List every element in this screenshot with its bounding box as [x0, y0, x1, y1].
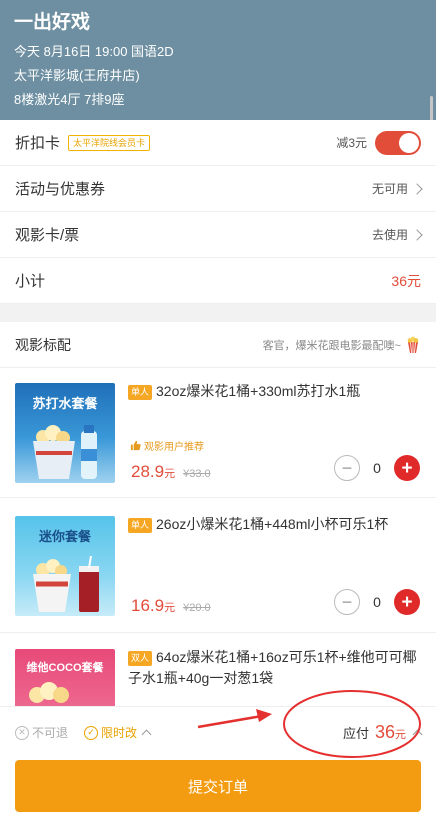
old-price: ¥33.0 — [183, 468, 211, 480]
seat-info: 8楼激光4厅 7排9座 — [14, 92, 125, 107]
total-label: 应付 — [342, 726, 369, 741]
combo-price: 16.9元 ¥20.0 — [131, 596, 211, 616]
no-refund-text: 不可退 — [32, 726, 69, 740]
combo-item[interactable]: 苏打水套餐 单人 32oz爆米花1桶+330ml苏打水1瓶 观影用户推荐 28.9… — [0, 368, 436, 498]
no-refund-policy: ✕ 不可退 — [15, 724, 68, 741]
total-amount: 36 — [374, 722, 395, 742]
recommend-label: 观影用户推荐 — [130, 438, 204, 453]
submit-order-button[interactable]: 提交订单 — [15, 760, 421, 812]
combo-tag: 单人 — [128, 384, 153, 400]
limited-change-text: 限时改 — [101, 726, 138, 740]
price-value: 16.9 — [131, 596, 165, 615]
thumb-title: 维他COCO套餐 — [26, 662, 104, 674]
old-price: ¥20.0 — [183, 602, 211, 614]
discount-toggle[interactable] — [375, 130, 421, 155]
coupons-value: 无可用 — [371, 182, 408, 196]
price-unit: 元 — [164, 602, 176, 614]
chevron-right-icon — [411, 182, 423, 195]
combo-tag: 双人 — [128, 650, 153, 666]
check-circle-icon: ✓ — [84, 725, 99, 740]
quantity-value: 0 — [373, 594, 381, 610]
cinema-name: 太平洋影城(王府井店) — [14, 68, 140, 83]
movie-card-label: 观影卡/票 — [15, 227, 80, 244]
popcorn-icon — [407, 336, 419, 353]
popcorn-bucket-image — [33, 425, 97, 479]
thumbs-up-icon — [130, 440, 141, 451]
combo-section-header: 观影标配 客官，爆米花跟电影最配噢~ — [0, 322, 436, 368]
popcorn-cola-image — [33, 556, 99, 612]
movie-card-row[interactable]: 观影卡/票 去使用 — [0, 212, 436, 258]
subtotal-value: 36元 — [391, 272, 421, 289]
thumb-title: 迷你套餐 — [38, 529, 91, 544]
discount-card-row[interactable]: 折扣卡 太平洋院线会员卡 减3元 — [0, 120, 436, 166]
combo-name: 单人 32oz爆米花1桶+330ml苏打水1瓶 — [128, 381, 418, 402]
discount-value: 减3元 — [336, 136, 367, 150]
quantity-stepper[interactable]: − 0 + — [334, 455, 420, 481]
showtime-text: 今天 8月16日 19:00 国语2D — [14, 44, 174, 59]
combo-name-text: 64oz爆米花1桶+16oz可乐1杯+维他可可椰子水1瓶+40g一对葱1袋 — [128, 649, 417, 686]
combo-thumbnail: 维他COCO套餐 — [15, 649, 115, 706]
limited-change-policy[interactable]: ✓ 限时改 — [84, 724, 152, 741]
chevron-right-icon — [411, 228, 423, 241]
plus-button[interactable]: + — [394, 589, 420, 615]
combo-name: 单人 26oz小爆米花1桶+448ml小杯可乐1杯 — [128, 514, 418, 535]
combo-name-text: 26oz小爆米花1桶+448ml小杯可乐1杯 — [156, 516, 389, 532]
combo-tag: 单人 — [128, 517, 153, 533]
coupons-row[interactable]: 活动与优惠券 无可用 — [0, 166, 436, 212]
chevron-up-icon[interactable] — [412, 729, 423, 740]
combo-item[interactable]: 迷你套餐 单人 26oz小爆米花1桶+448ml小杯可乐1杯 16.9元 ¥20.0… — [0, 498, 436, 633]
combo-name: 双人 64oz爆米花1桶+16oz可乐1杯+维他可可椰子水1瓶+40g一对葱1袋 — [128, 647, 418, 689]
plus-button[interactable]: + — [394, 455, 420, 481]
order-header: 一出好戏 今天 8月16日 19:00 国语2D 太平洋影城(王府井店) 8楼激… — [0, 0, 436, 120]
minus-button[interactable]: − — [334, 589, 360, 615]
price-unit: 元 — [164, 468, 176, 480]
combo-hint: 客官，爆米花跟电影最配噢~ — [262, 339, 401, 352]
recommend-text: 观影用户推荐 — [144, 442, 204, 453]
subtotal-label: 小计 — [15, 273, 46, 290]
movie-title: 一出好戏 — [14, 12, 91, 33]
combo-thumbnail: 苏打水套餐 — [15, 383, 115, 483]
thumb-title: 苏打水套餐 — [32, 396, 98, 411]
cross-circle-icon: ✕ — [15, 725, 29, 740]
total-unit: 元 — [395, 729, 406, 741]
movie-card-value: 去使用 — [371, 228, 408, 242]
quantity-value: 0 — [373, 460, 381, 476]
combo-item[interactable]: 维他COCO套餐 双人 64oz爆米花1桶+16oz可乐1杯+维他可可椰子水1瓶+… — [0, 633, 436, 706]
minus-button[interactable]: − — [334, 455, 360, 481]
combo-section-title: 观影标配 — [15, 336, 71, 353]
submit-area: 提交订单 — [0, 758, 436, 826]
member-card-badge: 太平洋院线会员卡 — [68, 134, 151, 151]
combo-price: 28.9元 ¥33.0 — [131, 462, 211, 482]
combo-name-text: 32oz爆米花1桶+330ml苏打水1瓶 — [156, 383, 361, 399]
coupons-label: 活动与优惠券 — [15, 181, 106, 198]
combo-thumbnail: 迷你套餐 — [15, 516, 115, 616]
discount-card-label: 折扣卡 — [15, 135, 61, 152]
subtotal-row: 小计 36元 — [0, 258, 436, 304]
total-payable[interactable]: 应付 36 元 — [342, 722, 423, 743]
toggle-knob — [399, 132, 419, 153]
popcorn-image — [29, 682, 69, 703]
chevron-up-icon[interactable] — [141, 729, 152, 740]
quantity-stepper[interactable]: − 0 + — [334, 589, 420, 615]
checkout-summary-bar: ✕ 不可退 ✓ 限时改 应付 36 元 — [0, 706, 436, 758]
price-value: 28.9 — [131, 462, 165, 481]
